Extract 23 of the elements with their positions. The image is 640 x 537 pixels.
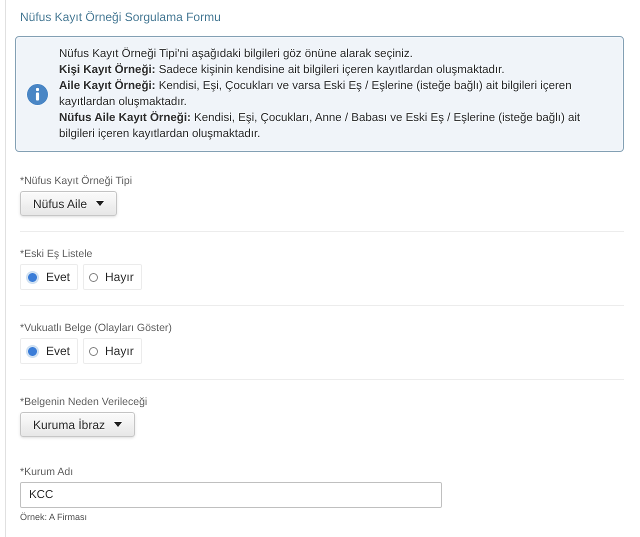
field-label: *Nüfus Kayıt Örneği Tipi (20, 174, 134, 188)
form-title: Nüfus Kayıt Örneği Sorgulama Formu (19, 9, 222, 26)
info-text: Kişi Kayıt Örneği: Sadece kişinin kendisine ait bilgileri içeren kayıtlardan oluşmaktadır. (59, 62, 506, 78)
field-label: *Belgenin Neden Verileceği (20, 395, 148, 409)
caret-icon (96, 201, 104, 206)
field-label: *Kurum Adı (20, 465, 74, 479)
dropdown[interactable]: Nüfus Aile (20, 191, 118, 216)
info-text: Nüfus Aile Kayıt Örneği: Kendisi, Eşi, Çocukları, Anne / Babası ve Eski Eş / Eşlerine (isteğe bağlı) ait bilgileri içeren kayıtlardan oluşmaktadır. (59, 110, 582, 142)
radio-option[interactable]: Hayır (83, 264, 142, 290)
hint-text: Örnek: A Firması (20, 511, 88, 523)
radio-button[interactable] (89, 272, 98, 282)
radio-option[interactable]: Evet (20, 338, 78, 364)
info-icon (27, 84, 48, 104)
info-text: Aile Kayıt Örneği: Kendisi, Eşi, Çocukları ve varsa Eski Eş / Eşlerine (isteğe bağlı) ait bilgileri içeren kayıtlardan oluşmaktadır. (59, 78, 573, 110)
dropdown[interactable]: Kuruma İbraz (20, 412, 136, 437)
radio-option[interactable]: Hayır (83, 338, 142, 364)
caret-icon (114, 422, 122, 427)
radio-option[interactable]: Evet (20, 264, 78, 290)
field-label: *Eski Eş Listele (20, 247, 94, 261)
field-label: *Vukuatlı Belge (Olayları Göster) (20, 321, 173, 335)
radio-button[interactable] (89, 346, 98, 356)
input-field[interactable]: KCC (20, 482, 442, 508)
info-text: Nüfus Kayıt Örneği Tipi'ni aşağıdaki bilgileri göz önüne alarak seçiniz. (59, 46, 414, 62)
